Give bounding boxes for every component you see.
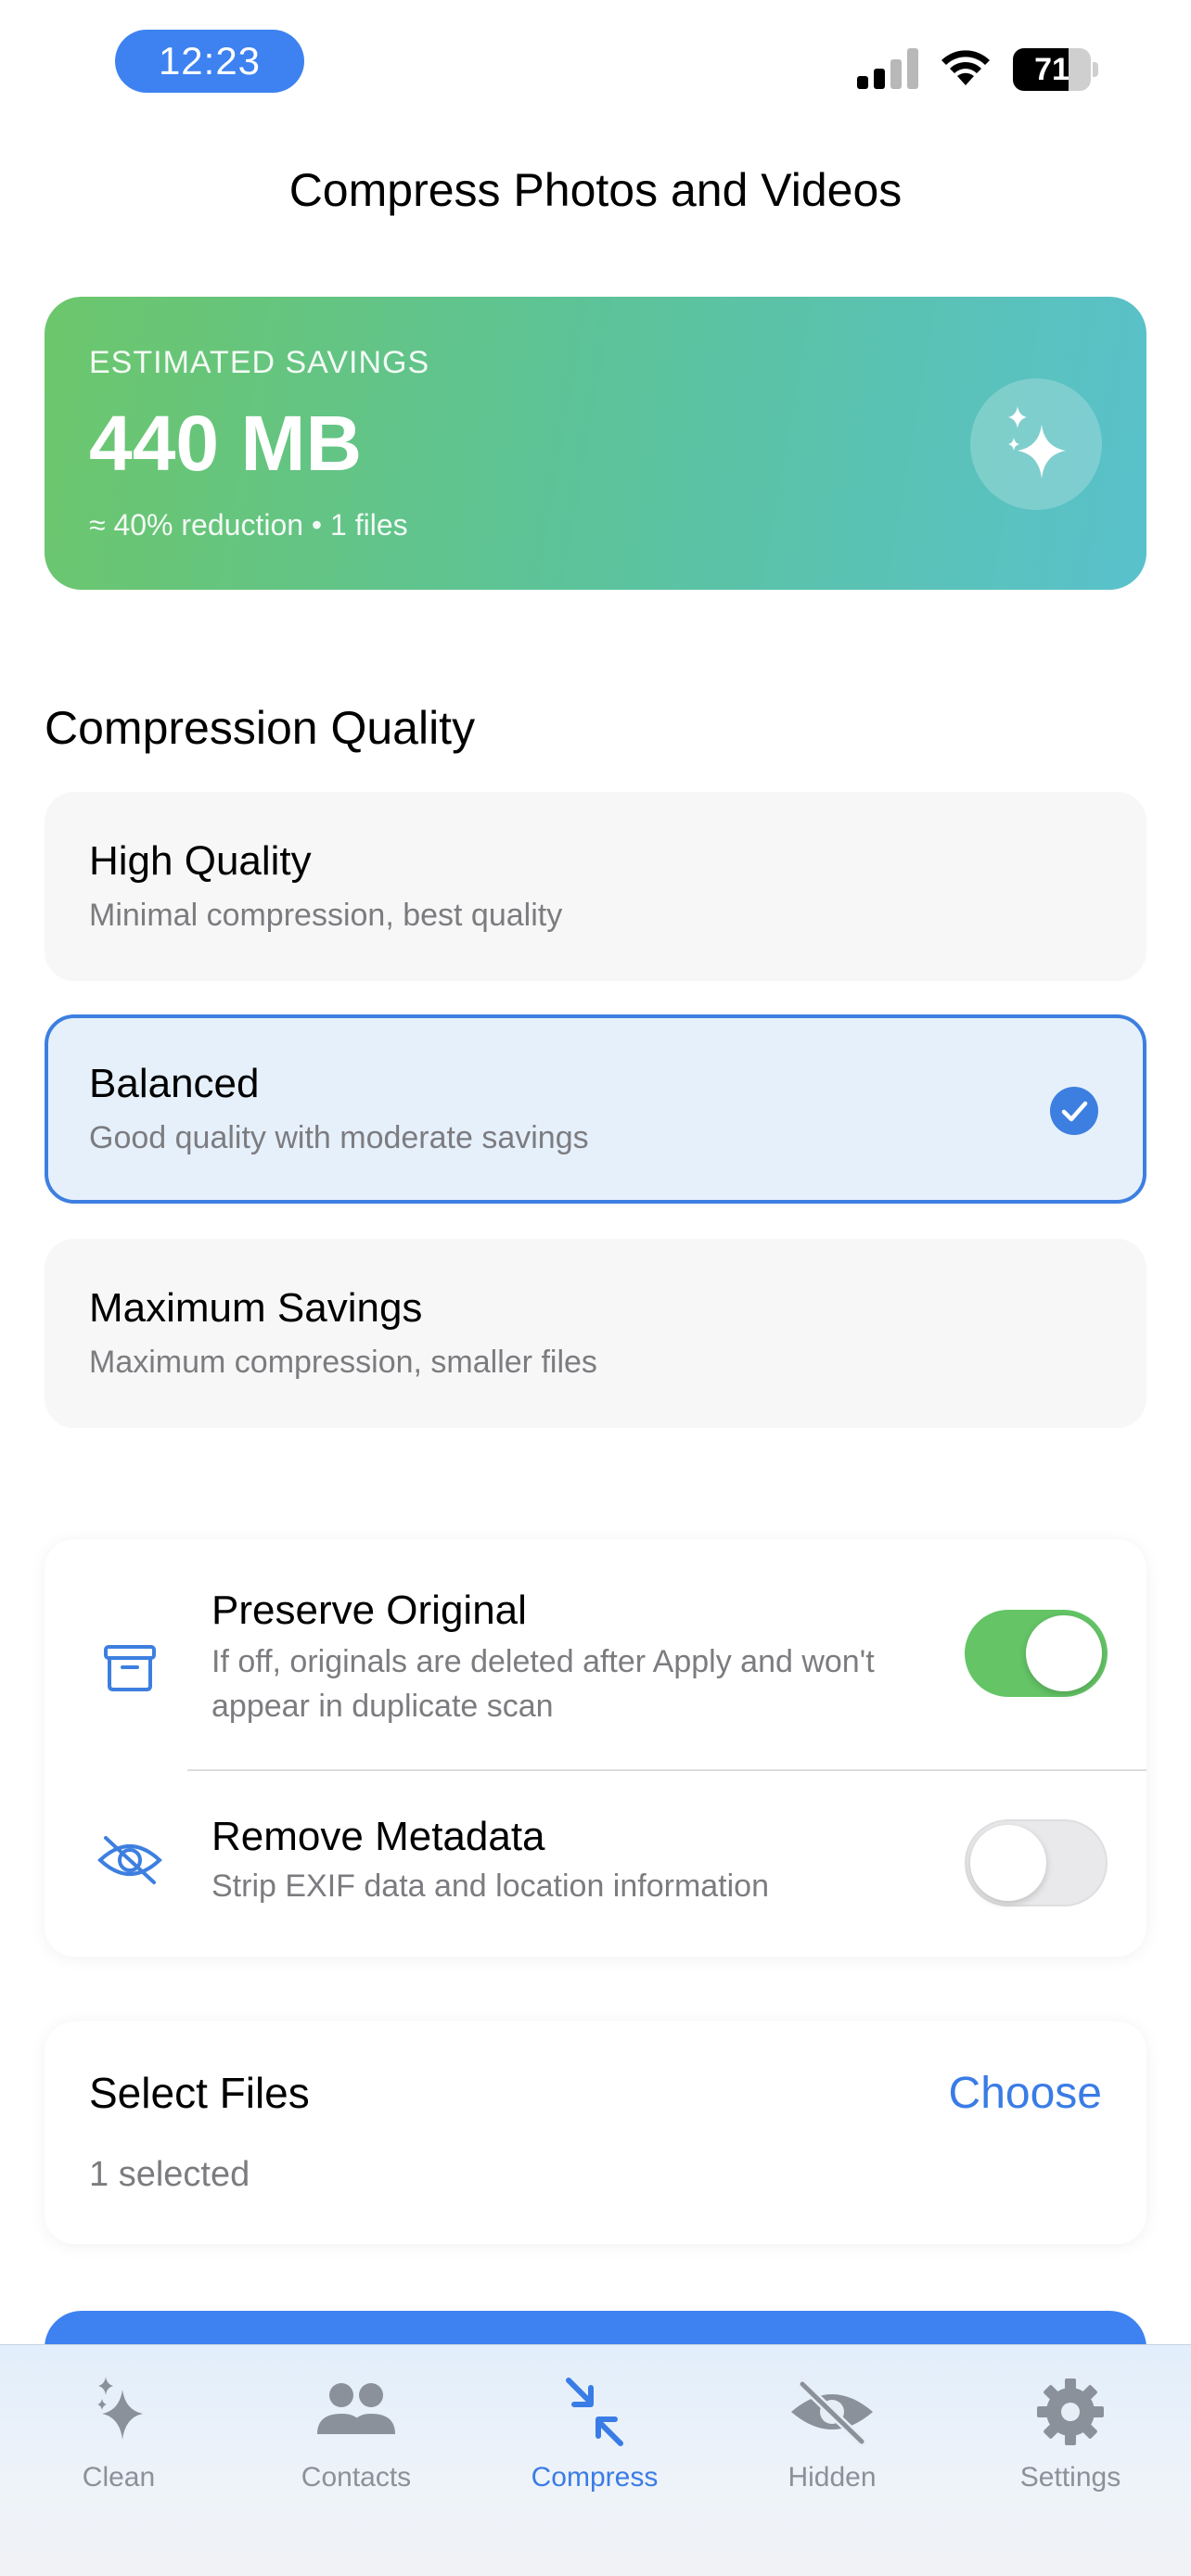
sparkles-badge xyxy=(970,378,1102,510)
people-icon xyxy=(317,2383,395,2434)
cellular-signal-icon xyxy=(857,48,918,89)
quality-option-subtitle: Maximum compression, smaller files xyxy=(89,1345,597,1380)
quality-option-title: Balanced xyxy=(89,1061,260,1106)
tab-settings[interactable]: Settings xyxy=(978,2364,1163,2503)
preserve-original-toggle[interactable] xyxy=(965,1610,1108,1697)
savings-detail: ≈ 40% reduction • 1 files xyxy=(89,508,408,542)
wifi-icon xyxy=(941,50,990,85)
selected-count: 1 selected xyxy=(89,2155,250,2194)
archive-box-icon xyxy=(104,1645,156,1691)
select-files-card: Select Files Choose 1 selected xyxy=(45,2021,1146,2244)
tab-clean[interactable]: Clean xyxy=(26,2364,211,2503)
preserve-original-description: If off, originals are deleted after Appl… xyxy=(211,1644,875,1724)
tab-label: Contacts xyxy=(301,2462,412,2493)
tab-bar: Clean Contacts Compress Hidden Settings xyxy=(0,2344,1191,2576)
tab-label: Settings xyxy=(1019,2462,1121,2493)
compress-arrows-icon xyxy=(566,2378,623,2446)
quality-option-high[interactable]: High Quality Minimal compression, best q… xyxy=(45,792,1146,981)
sparkles-icon xyxy=(1008,406,1066,478)
tab-contacts[interactable]: Contacts xyxy=(263,2364,449,2503)
sparkles-icon xyxy=(97,2377,143,2440)
battery-icon: 71 xyxy=(1013,48,1098,91)
choose-files-button[interactable]: Choose xyxy=(949,2068,1102,2119)
savings-value: 440 MB xyxy=(89,400,363,487)
tab-label: Hidden xyxy=(788,2462,877,2493)
tab-label: Compress xyxy=(531,2462,659,2493)
options-card: Preserve Original If off, originals are … xyxy=(45,1539,1146,1957)
divider xyxy=(187,1769,1146,1771)
tab-hidden[interactable]: Hidden xyxy=(739,2364,925,2503)
quality-option-subtitle: Good quality with moderate savings xyxy=(89,1120,589,1155)
page-title: Compress Photos and Videos xyxy=(288,164,903,216)
checkmark-circle-icon xyxy=(1050,1087,1098,1135)
remove-metadata-toggle[interactable] xyxy=(965,1819,1108,1906)
savings-label: ESTIMATED SAVINGS xyxy=(89,345,430,380)
status-time: 12:23 xyxy=(115,30,304,93)
tab-label: Clean xyxy=(82,2462,156,2493)
quality-option-title: Maximum Savings xyxy=(89,1285,423,1331)
battery-level: 71 xyxy=(1034,51,1069,87)
tab-compress[interactable]: Compress xyxy=(502,2364,687,2503)
eye-slash-icon xyxy=(97,1836,162,1884)
compression-quality-heading: Compression Quality xyxy=(45,702,476,754)
remove-metadata-description: Strip EXIF data and location information xyxy=(211,1868,769,1904)
estimated-savings-card: ESTIMATED SAVINGS 440 MB ≈ 40% reduction… xyxy=(45,297,1146,590)
quality-option-subtitle: Minimal compression, best quality xyxy=(89,898,563,933)
select-files-title: Select Files xyxy=(89,2069,310,2117)
quality-option-maximum[interactable]: Maximum Savings Maximum compression, sma… xyxy=(45,1239,1146,1428)
quality-option-balanced[interactable]: Balanced Good quality with moderate savi… xyxy=(45,1014,1146,1204)
quality-option-title: High Quality xyxy=(89,838,312,884)
status-bar: 12:23 71 xyxy=(0,0,1191,130)
gear-icon xyxy=(1037,2378,1104,2445)
eye-slash-icon xyxy=(791,2379,873,2446)
remove-metadata-title: Remove Metadata xyxy=(211,1814,545,1859)
preserve-original-title: Preserve Original xyxy=(211,1588,527,1633)
